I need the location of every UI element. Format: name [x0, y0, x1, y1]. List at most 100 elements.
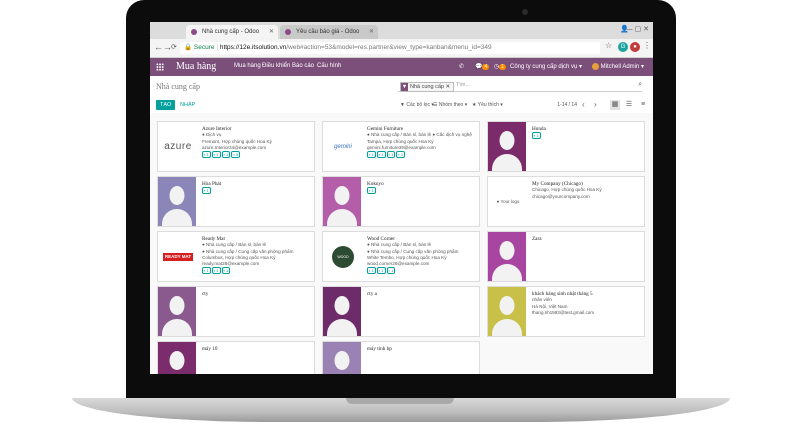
- groupby-dropdown[interactable]: ☰ Nhóm theo ▾: [433, 102, 467, 108]
- counter-badge[interactable]: ▪ 1: [386, 267, 396, 275]
- pager-value[interactable]: 1-14 / 14: [557, 102, 577, 108]
- menu-icon[interactable]: ⋮: [643, 41, 651, 50]
- search-box[interactable]: ▼ Nhà cung cấp ✕ Tìm... ⌕: [398, 81, 642, 92]
- chat-icon[interactable]: 💬 4: [475, 63, 490, 70]
- avatar-placeholder-icon: [488, 122, 526, 171]
- browser-tab-suppliers[interactable]: Nhà cung cấp - Odoo ✕: [186, 25, 278, 39]
- card-body: Zara: [532, 236, 640, 242]
- reload-icon[interactable]: ⟳: [171, 43, 177, 51]
- avatar-placeholder-icon: [323, 177, 361, 226]
- kanban-card[interactable]: azure Azure Interior ● Dịch vụ Fremont, Hợp…: [157, 121, 315, 172]
- extension-icon[interactable]: ●: [630, 42, 640, 52]
- import-button[interactable]: NHẬP: [176, 100, 199, 110]
- kanban-card[interactable]: máy 10: [157, 341, 315, 374]
- search-input[interactable]: Tìm...: [456, 82, 470, 88]
- kanban-card[interactable]: Hòa Phát ▪ 1: [157, 176, 315, 227]
- partner-detail: thang.sh1993@test.gmail.com: [532, 309, 595, 315]
- search-icon[interactable]: ⌕: [638, 81, 642, 89]
- kanban-view-icon[interactable]: ▦: [610, 100, 620, 110]
- breadcrumb: Nhà cung cấp: [156, 82, 200, 91]
- remove-facet-icon[interactable]: ✕: [445, 84, 450, 90]
- partner-name: Zara: [532, 236, 542, 242]
- pager-previous-icon[interactable]: ‹: [582, 100, 585, 109]
- kanban-card[interactable]: Honda ▪ 1: [487, 121, 645, 172]
- favorites-dropdown[interactable]: ★ Yêu thích ▾: [472, 102, 503, 108]
- counter-badge[interactable]: ▪ 1: [202, 267, 211, 275]
- kanban-card[interactable]: Kokuyo ▪ 1: [322, 176, 480, 227]
- kanban-card[interactable]: READY MAT Ready Mat ● Nhà cung cấp / Bán s…: [157, 231, 315, 282]
- menu-item-control[interactable]: Điều khiển: [262, 63, 290, 69]
- create-button[interactable]: TẠO: [156, 100, 176, 110]
- filters-dropdown[interactable]: ▼ Các bộ lọc ▾: [400, 102, 434, 108]
- user-menu[interactable]: Mitchell Admin ▾: [592, 63, 644, 70]
- card-body: cty a: [367, 291, 475, 297]
- counter-badge[interactable]: ▪ 1: [221, 151, 231, 159]
- counter-badge[interactable]: ▪ 1: [367, 187, 376, 195]
- close-tab-icon[interactable]: ✕: [269, 25, 274, 39]
- avatar-placeholder-icon: [158, 177, 196, 226]
- partner-name: cty: [202, 291, 209, 297]
- card-counters: ▪ 1 ▪ 1 ▪ 1: [202, 267, 310, 275]
- counter-badge[interactable]: ▪ 1: [367, 267, 376, 275]
- wood-corner-logo: WOOD: [323, 232, 363, 281]
- kanban-card[interactable]: WOOD Wood Corner ● Nhà cung cấp / Bán sỉ, …: [322, 231, 480, 282]
- url-host: https://12e.itsolution.vn: [219, 44, 287, 51]
- extension-icon[interactable]: G: [618, 42, 628, 52]
- kanban-card[interactable]: gemini Gemini Furniture ● Nhà cung cấp / B…: [322, 121, 480, 172]
- menu-item-reports[interactable]: Báo cáo: [292, 63, 314, 69]
- list-view-icon[interactable]: ☰: [624, 100, 634, 110]
- filter-icon: ▼: [401, 83, 408, 91]
- kanban-card[interactable]: ● Your logo My Company (Chicago) Chicago, …: [487, 176, 645, 227]
- odoo-navbar: Mua hàng Mua hàng Điều khiển Báo cáo Cấu…: [150, 58, 653, 76]
- star-icon[interactable]: ☆: [605, 41, 612, 50]
- tab-title: Yêu cầu báo giá - Odoo: [296, 29, 360, 35]
- kanban-card[interactable]: máy tính hp: [322, 341, 480, 374]
- card-counters: ▪ 1 ▪ 1 ▪ 1 ▪ 1: [367, 151, 475, 159]
- activity-count-badge: 1: [499, 64, 507, 70]
- counter-badge[interactable]: ▪ 1: [211, 267, 221, 275]
- apps-grid-icon[interactable]: [156, 63, 164, 71]
- kanban-card[interactable]: khách hàng sinh nhật tháng 5 nhân viên Hà …: [487, 286, 645, 337]
- back-icon[interactable]: ←: [154, 42, 163, 52]
- counter-badge[interactable]: ▪ 1: [396, 151, 406, 159]
- partner-name: máy 10: [202, 346, 218, 352]
- activity-view-icon[interactable]: ≡: [638, 100, 648, 110]
- counter-badge[interactable]: ▪ 1: [386, 151, 396, 159]
- counter-badge[interactable]: ▪ 1: [202, 187, 211, 195]
- card-counters: ▪ 1 ▪ 1 ▪ 1 ▪ 5: [202, 151, 310, 159]
- pager-next-icon[interactable]: ›: [594, 100, 597, 109]
- avatar: [592, 63, 599, 70]
- browser-tab-rfq[interactable]: Yêu cầu báo giá - Odoo ✕: [280, 25, 378, 39]
- close-tab-icon[interactable]: ✕: [369, 25, 374, 39]
- counter-badge[interactable]: ▪ 1: [221, 267, 231, 275]
- counter-badge[interactable]: ▪ 1: [211, 151, 221, 159]
- counter-badge[interactable]: ▪ 1: [376, 267, 386, 275]
- avatar-placeholder-icon: [158, 342, 196, 374]
- azure-logo: azure: [164, 141, 192, 152]
- menu-item-purchase[interactable]: Mua hàng: [234, 63, 261, 69]
- phone-icon[interactable]: ✆: [459, 63, 464, 70]
- activity-icon[interactable]: ◷ 1: [494, 63, 507, 70]
- counter-badge[interactable]: ▪ 1: [367, 151, 376, 159]
- avatar-placeholder-icon: [488, 287, 526, 336]
- lock-icon: 🔒: [184, 44, 193, 51]
- kanban-card[interactable]: Zara: [487, 231, 645, 282]
- avatar-placeholder-icon: [323, 287, 361, 336]
- company-switcher[interactable]: Công ty cung cấp dịch vụ ▾: [510, 63, 582, 70]
- card-body: Gemini Furniture ● Nhà cung cấp / Bán sỉ,…: [367, 126, 475, 159]
- chat-count-badge: 4: [482, 64, 490, 70]
- url-input[interactable]: 🔒 Secure | https://12e.itsolution.vn/web…: [180, 42, 600, 54]
- menu-item-config[interactable]: Cấu hình: [317, 63, 341, 69]
- counter-badge[interactable]: ▪ 1: [532, 132, 541, 140]
- search-facet[interactable]: ▼ Nhà cung cấp ✕: [400, 82, 455, 92]
- kanban-card[interactable]: cty a: [322, 286, 480, 337]
- counter-badge[interactable]: ▪ 1: [376, 151, 386, 159]
- counter-badge[interactable]: ▪ 5: [231, 151, 241, 159]
- avatar-placeholder-icon: [158, 287, 196, 336]
- card-body: Hòa Phát ▪ 1: [202, 181, 310, 195]
- partner-name: cty a: [367, 291, 377, 297]
- window-controls[interactable]: — ▢ ✕: [626, 25, 649, 33]
- gemini-logo: gemini: [334, 143, 352, 150]
- kanban-card[interactable]: cty: [157, 286, 315, 337]
- counter-badge[interactable]: ▪ 1: [202, 151, 211, 159]
